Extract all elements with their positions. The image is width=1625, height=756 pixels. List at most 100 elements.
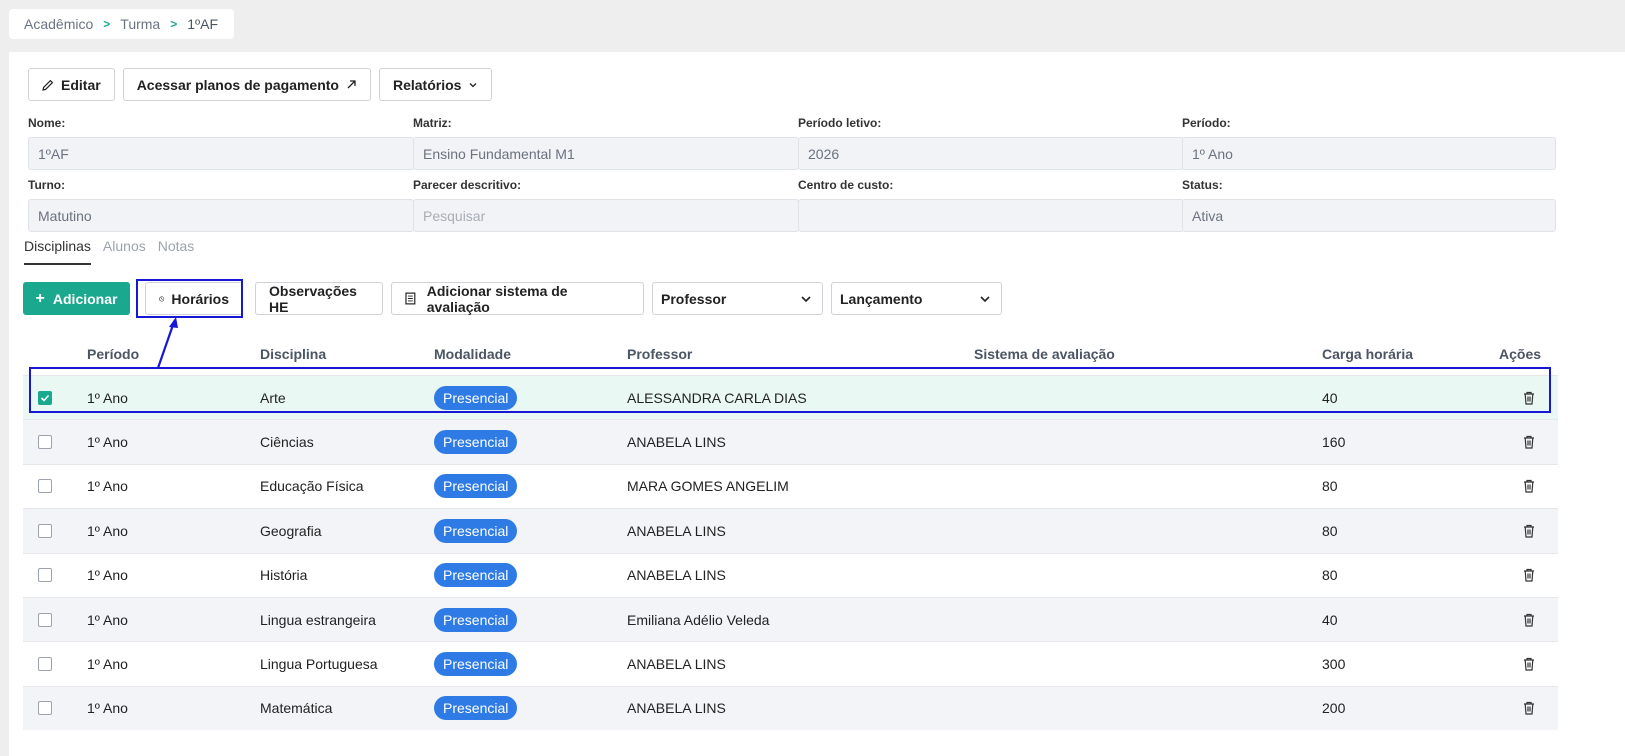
cell-modalidade: Presencial xyxy=(434,419,627,465)
table-row[interactable]: 1º Ano Ciências Presencial ANABELA LINS 160 xyxy=(23,419,1558,465)
row-checkbox[interactable] xyxy=(38,479,52,494)
cell-modalidade: Presencial xyxy=(434,508,627,554)
tab-disciplinas[interactable]: Disciplinas xyxy=(24,238,91,265)
trash-icon[interactable] xyxy=(1523,435,1535,449)
breadcrumb-item-current: 1ºAF xyxy=(187,16,219,32)
add-evaluation-system-button[interactable]: Adicionar sistema de avaliação xyxy=(391,282,644,315)
trash-icon[interactable] xyxy=(1523,568,1535,582)
turno-input[interactable]: Matutino xyxy=(28,199,414,232)
edit-button-label: Editar xyxy=(61,76,101,93)
header-sistema[interactable]: Sistema de avaliação xyxy=(974,333,1322,376)
trash-icon[interactable] xyxy=(1523,479,1535,494)
matriz-input[interactable]: Ensino Fundamental M1 xyxy=(413,137,799,170)
trash-icon[interactable] xyxy=(1523,657,1535,671)
schedule-button[interactable]: Horários xyxy=(145,282,243,315)
observacoes-button[interactable]: Observações HE xyxy=(255,282,383,315)
trash-icon[interactable] xyxy=(1523,613,1535,627)
trash-icon[interactable] xyxy=(1523,391,1535,405)
trash-icon[interactable] xyxy=(1523,524,1535,538)
row-checkbox[interactable] xyxy=(38,568,52,583)
edit-button[interactable]: Editar xyxy=(28,68,115,101)
cell-periodo: 1º Ano xyxy=(87,596,260,642)
cell-carga: 40 xyxy=(1322,596,1499,642)
cell-modalidade: Presencial xyxy=(434,685,627,731)
breadcrumb-item-turma[interactable]: Turma xyxy=(120,16,160,32)
cell-professor: ANABELA LINS xyxy=(627,641,974,687)
breadcrumb-item-academico[interactable]: Acadêmico xyxy=(24,16,93,32)
cell-sistema xyxy=(974,596,1322,642)
cell-carga: 200 xyxy=(1322,685,1499,731)
cell-sistema xyxy=(974,419,1322,465)
table-header-row: Período Disciplina Modalidade Professor … xyxy=(23,333,1558,376)
nome-input[interactable]: 1ºAF xyxy=(28,137,414,170)
add-button[interactable]: + Adicionar xyxy=(23,282,130,315)
cell-disciplina: Educação Física xyxy=(260,463,434,509)
periodo-input[interactable]: 1º Ano xyxy=(1182,137,1556,170)
table-row[interactable]: 1º Ano História Presencial ANABELA LINS 80 xyxy=(23,552,1558,598)
parecer-search-input[interactable]: Pesquisar xyxy=(413,199,799,232)
professor-select-value: Professor xyxy=(661,290,727,307)
modalidade-badge: Presencial xyxy=(434,696,518,721)
field-status: Status: Ativa xyxy=(1182,178,1556,232)
field-nome: Nome: 1ºAF xyxy=(28,116,414,170)
top-toolbar: Editar Acessar planos de pagamento Relat… xyxy=(28,68,493,101)
field-matriz: Matriz: Ensino Fundamental M1 xyxy=(413,116,799,170)
header-professor[interactable]: Professor xyxy=(627,333,974,376)
cell-acoes xyxy=(1499,463,1558,509)
table-row[interactable]: 1º Ano Matemática Presencial ANABELA LINS 20… xyxy=(23,685,1558,731)
table-row[interactable]: 1º Ano Arte Presencial ALESSANDRA CARLA DIA… xyxy=(23,374,1558,420)
header-periodo[interactable]: Período xyxy=(87,333,260,376)
launch-select[interactable]: Lançamento xyxy=(831,282,1002,315)
table-row[interactable]: 1º Ano Lingua Portuguesa Presencial ANABELA… xyxy=(23,641,1558,687)
row-checkbox[interactable] xyxy=(38,612,52,627)
trash-icon[interactable] xyxy=(1523,701,1535,716)
tab-notas[interactable]: Notas xyxy=(158,238,195,265)
cell-acoes xyxy=(1499,685,1558,731)
header-modalidade[interactable]: Modalidade xyxy=(434,333,627,376)
launch-select-value: Lançamento xyxy=(840,290,923,307)
table-row[interactable]: 1º Ano Geografia Presencial ANABELA LINS 80 xyxy=(23,508,1558,554)
row-select-cell xyxy=(23,596,87,642)
external-arrow-icon xyxy=(347,80,356,89)
cell-sistema xyxy=(974,552,1322,598)
plus-icon: + xyxy=(35,289,45,307)
cell-carga: 40 xyxy=(1322,374,1499,420)
cell-professor: ANABELA LINS xyxy=(627,552,974,598)
row-checkbox[interactable] xyxy=(38,435,52,450)
add-button-label: Adicionar xyxy=(52,290,118,307)
cell-disciplina: Lingua Portuguesa xyxy=(260,641,434,687)
header-carga[interactable]: Carga horária xyxy=(1322,333,1499,376)
centro-custo-input[interactable] xyxy=(798,199,1184,232)
header-select xyxy=(23,333,87,376)
periodo-letivo-input[interactable]: 2026 xyxy=(798,137,1184,170)
row-select-cell xyxy=(23,463,87,509)
cell-disciplina: História xyxy=(260,552,434,598)
modalidade-badge: Presencial xyxy=(434,430,518,455)
table-row[interactable]: 1º Ano Lingua estrangeira Presencial Emilia… xyxy=(23,596,1558,642)
row-checkbox[interactable] xyxy=(38,523,52,538)
cell-modalidade: Presencial xyxy=(434,596,627,642)
modalidade-badge: Presencial xyxy=(434,607,518,632)
row-checkbox[interactable] xyxy=(38,701,52,716)
row-checkbox[interactable] xyxy=(38,657,52,672)
cell-modalidade: Presencial xyxy=(434,641,627,687)
cell-carga: 300 xyxy=(1322,641,1499,687)
header-disciplina[interactable]: Disciplina xyxy=(260,333,434,376)
field-label: Parecer descritivo: xyxy=(413,178,522,192)
cell-acoes xyxy=(1499,596,1558,642)
field-label: Status: xyxy=(1182,178,1223,192)
cell-disciplina: Matemática xyxy=(260,685,434,731)
cell-periodo: 1º Ano xyxy=(87,641,260,687)
tab-alunos[interactable]: Alunos xyxy=(103,238,146,265)
table-row[interactable]: 1º Ano Educação Física Presencial MARA GOME… xyxy=(23,463,1558,509)
professor-select[interactable]: Professor xyxy=(652,282,823,315)
status-input[interactable]: Ativa xyxy=(1182,199,1556,232)
cell-periodo: 1º Ano xyxy=(87,685,260,731)
row-select-cell xyxy=(23,508,87,554)
field-parecer: Parecer descritivo: Pesquisar xyxy=(413,178,799,232)
payment-plans-button[interactable]: Acessar planos de pagamento xyxy=(122,68,371,101)
chevron-down-icon xyxy=(801,295,811,302)
row-checkbox[interactable] xyxy=(38,390,52,405)
reports-dropdown-button[interactable]: Relatórios xyxy=(378,68,493,101)
row-select-cell xyxy=(23,419,87,465)
